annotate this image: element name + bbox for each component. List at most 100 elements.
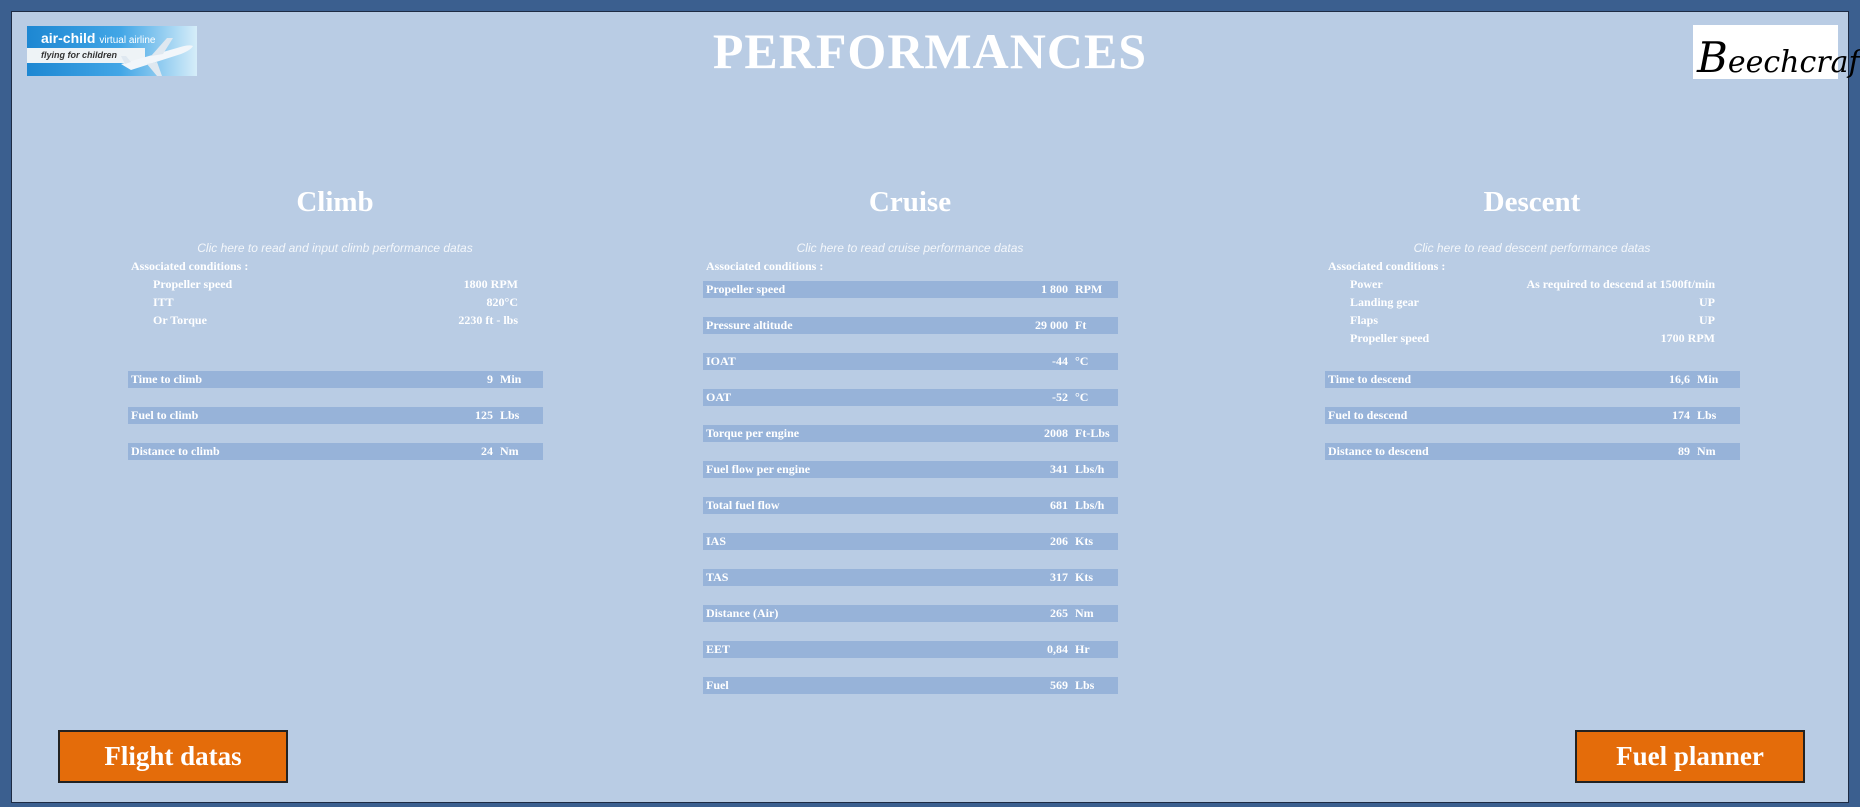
result-unit: Lbs bbox=[1697, 408, 1717, 422]
result-label: Time to descend bbox=[1328, 372, 1412, 386]
result-label: Fuel flow per engine bbox=[706, 462, 811, 476]
result-row: IOAT -44 °C bbox=[703, 353, 1118, 370]
result-unit: Min bbox=[500, 372, 522, 386]
result-label: EET bbox=[706, 642, 731, 656]
result-row: OAT -52 °C bbox=[703, 389, 1118, 406]
result-unit: Kts bbox=[1075, 570, 1093, 584]
result-value: 2008 bbox=[1044, 426, 1068, 440]
condition-row: Flaps UP bbox=[1350, 313, 1715, 331]
result-unit: Nm bbox=[1075, 606, 1094, 620]
condition-value: 820°C bbox=[486, 295, 518, 309]
result-row: IAS 206 Kts bbox=[703, 533, 1118, 550]
result-row: Torque per engine 2008 Ft-Lbs bbox=[703, 425, 1118, 442]
climb-conditions-label: Associated conditions : bbox=[131, 259, 249, 273]
result-row: Pressure altitude 29 000 Ft bbox=[703, 317, 1118, 334]
result-label: TAS bbox=[706, 570, 729, 584]
condition-label: Or Torque bbox=[153, 313, 207, 327]
result-unit: Hr bbox=[1075, 642, 1090, 656]
result-label: Pressure altitude bbox=[706, 318, 793, 332]
result-value: 317 bbox=[1050, 570, 1068, 584]
result-row: Total fuel flow 681 Lbs/h bbox=[703, 497, 1118, 514]
result-value: -44 bbox=[1052, 354, 1068, 368]
result-label: Fuel to descend bbox=[1328, 408, 1408, 422]
result-label: Distance (Air) bbox=[706, 606, 779, 620]
result-unit: Nm bbox=[500, 444, 519, 458]
result-value: 0,84 bbox=[1047, 642, 1068, 656]
condition-value: UP bbox=[1699, 313, 1715, 327]
result-unit: °C bbox=[1075, 354, 1089, 368]
condition-label: ITT bbox=[153, 295, 174, 309]
condition-value: 1700 RPM bbox=[1660, 331, 1715, 345]
result-row: Distance to climb 24 Nm bbox=[128, 443, 543, 460]
result-value: 265 bbox=[1050, 606, 1068, 620]
result-value: 24 bbox=[481, 444, 493, 458]
result-unit: °C bbox=[1075, 390, 1089, 404]
cruise-hint-link[interactable]: Clic here to read cruise performance dat… bbox=[730, 241, 1090, 255]
result-unit: Ft-Lbs bbox=[1075, 426, 1110, 440]
result-label: Distance to climb bbox=[131, 444, 220, 458]
result-unit: Lbs bbox=[500, 408, 520, 422]
climb-hint-link[interactable]: Clic here to read and input climb perfor… bbox=[155, 241, 515, 255]
condition-label: Propeller speed bbox=[153, 277, 233, 291]
cruise-title: Cruise bbox=[868, 186, 952, 218]
result-label: Time to climb bbox=[131, 372, 203, 386]
result-label: Distance to descend bbox=[1328, 444, 1429, 458]
result-row: Distance (Air) 265 Nm bbox=[703, 605, 1118, 622]
result-value: 125 bbox=[475, 408, 493, 422]
result-row: Fuel 569 Lbs bbox=[703, 677, 1118, 694]
result-label: Fuel to climb bbox=[131, 408, 199, 422]
logo-initial: B bbox=[1697, 33, 1728, 82]
result-row: Fuel to descend 174 Lbs bbox=[1325, 407, 1740, 424]
result-value: 1 800 bbox=[1041, 282, 1068, 296]
result-row: Time to descend 16,6 Min bbox=[1325, 371, 1740, 388]
climb-title: Climb bbox=[296, 186, 374, 218]
condition-value: As required to descend at 1500ft/min bbox=[1526, 277, 1715, 291]
result-row: Fuel to climb 125 Lbs bbox=[128, 407, 543, 424]
result-label: Propeller speed bbox=[706, 282, 786, 296]
result-unit: Min bbox=[1697, 372, 1719, 386]
condition-label: Flaps bbox=[1350, 313, 1379, 327]
condition-label: Propeller speed bbox=[1350, 331, 1430, 345]
result-row: Fuel flow per engine 341 Lbs/h bbox=[703, 461, 1118, 478]
result-value: 174 bbox=[1672, 408, 1690, 422]
fuel-planner-button[interactable]: Fuel planner bbox=[1575, 730, 1805, 783]
result-unit: Nm bbox=[1697, 444, 1716, 458]
result-value: 569 bbox=[1050, 678, 1068, 692]
result-unit: RPM bbox=[1075, 282, 1103, 296]
result-value: 29 000 bbox=[1035, 318, 1068, 332]
result-unit: Lbs/h bbox=[1075, 462, 1105, 476]
condition-row: Propeller speed 1800 RPM bbox=[153, 277, 518, 295]
result-unit: Kts bbox=[1075, 534, 1093, 548]
flight-datas-button[interactable]: Flight datas bbox=[58, 730, 288, 783]
result-row: Propeller speed 1 800 RPM bbox=[703, 281, 1118, 298]
result-label: Torque per engine bbox=[706, 426, 800, 440]
result-row: EET 0,84 Hr bbox=[703, 641, 1118, 658]
result-label: OAT bbox=[706, 390, 732, 404]
descent-title: Descent bbox=[1483, 186, 1581, 218]
condition-row: ITT 820°C bbox=[153, 295, 518, 313]
result-row: TAS 317 Kts bbox=[703, 569, 1118, 586]
descent-conditions-label: Associated conditions : bbox=[1328, 259, 1446, 273]
result-unit: Lbs/h bbox=[1075, 498, 1105, 512]
condition-row: Landing gear UP bbox=[1350, 295, 1715, 313]
result-value: 16,6 bbox=[1669, 372, 1690, 386]
page-title: PERFORMANCES bbox=[712, 23, 1148, 79]
result-label: Fuel bbox=[706, 678, 729, 692]
logo-rest: eechcraft bbox=[1727, 45, 1860, 80]
result-row: Time to climb 9 Min bbox=[128, 371, 543, 388]
condition-value: 1800 RPM bbox=[463, 277, 518, 291]
beechcraft-logo: Beechcraft bbox=[1693, 25, 1860, 82]
result-value: -52 bbox=[1052, 390, 1068, 404]
result-value: 206 bbox=[1050, 534, 1068, 548]
condition-row: Propeller speed 1700 RPM bbox=[1350, 331, 1715, 349]
result-value: 681 bbox=[1050, 498, 1068, 512]
performance-sheet: air-child virtual airline flying for chi… bbox=[11, 11, 1860, 803]
result-value: 89 bbox=[1678, 444, 1690, 458]
result-unit: Ft bbox=[1075, 318, 1087, 332]
descent-hint-link[interactable]: Clic here to read descent performance da… bbox=[1352, 241, 1712, 255]
condition-value: UP bbox=[1699, 295, 1715, 309]
result-unit: Lbs bbox=[1075, 678, 1095, 692]
condition-row: Or Torque 2230 ft - lbs bbox=[153, 313, 518, 331]
result-label: IAS bbox=[706, 534, 727, 548]
condition-row: Power As required to descend at 1500ft/mi… bbox=[1350, 277, 1715, 295]
